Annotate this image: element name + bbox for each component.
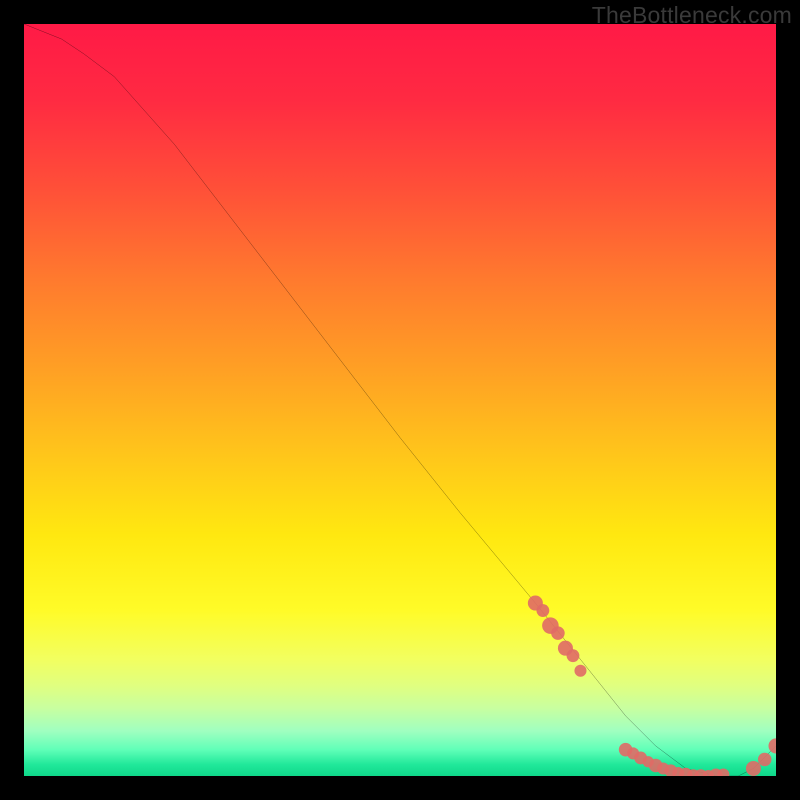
chart-stage: TheBottleneck.com	[0, 0, 800, 800]
curve-marker	[746, 761, 761, 776]
curve-marker	[574, 665, 586, 677]
chart-svg	[24, 24, 776, 776]
curve-marker	[551, 626, 565, 640]
bottleneck-curve	[24, 24, 776, 776]
curve-marker	[536, 604, 549, 617]
chart-plot-area	[24, 24, 776, 776]
curve-marker	[567, 649, 580, 662]
curve-marker	[768, 738, 776, 753]
curve-marker	[758, 753, 772, 767]
curve-markers	[528, 596, 776, 776]
